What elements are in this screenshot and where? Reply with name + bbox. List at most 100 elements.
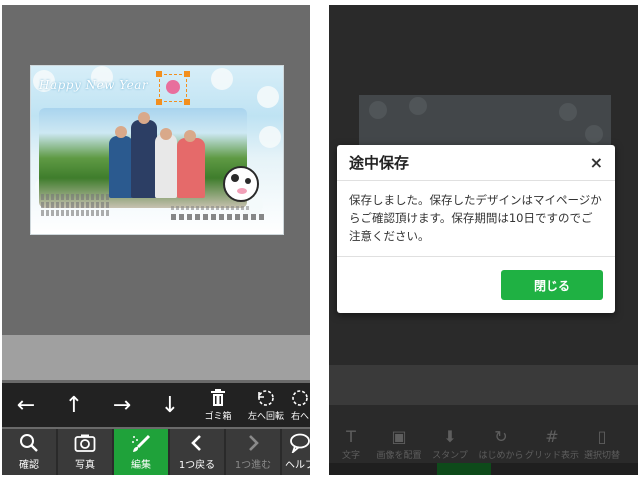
rotate-right-icon bbox=[292, 389, 308, 406]
cow-spot bbox=[245, 178, 251, 184]
move-left-button[interactable]: ← bbox=[2, 383, 50, 427]
select-tool: ▯ 選択切替 bbox=[577, 427, 627, 462]
main-toolbar: 確認 写真 編集 1つ戻る 1つ進む ヘルプ bbox=[2, 429, 310, 475]
select-icon: ▯ bbox=[597, 427, 607, 446]
grid-label: グリッド表示 bbox=[525, 451, 580, 461]
rotate-right-label: 右へ bbox=[290, 411, 309, 422]
move-down-button[interactable]: ↓ bbox=[146, 383, 194, 427]
person bbox=[131, 120, 157, 198]
reset-label: はじめから bbox=[478, 451, 524, 461]
arrow-right-icon: → bbox=[112, 392, 132, 418]
flower-decoration bbox=[211, 68, 233, 90]
text-tool-label: 文字 bbox=[341, 451, 360, 461]
flower-decoration bbox=[585, 125, 603, 143]
brush-icon bbox=[132, 434, 151, 452]
person bbox=[109, 136, 133, 198]
trash-icon bbox=[211, 388, 225, 406]
chevron-right-icon bbox=[249, 435, 259, 451]
sender-names[interactable] bbox=[171, 214, 266, 220]
person-head bbox=[138, 112, 150, 124]
dialog-message: 保存しました。保存したデザインはマイページからご確認頂けます。保存期間は10日で… bbox=[337, 181, 615, 257]
person-head bbox=[160, 128, 172, 140]
move-up-button[interactable]: ↑ bbox=[50, 383, 98, 427]
stamp-tool: ⬇ スタンプ bbox=[425, 427, 475, 462]
greeting-title: Happy New Year bbox=[39, 78, 149, 92]
select-label: 選択切替 bbox=[583, 451, 620, 461]
image-place-label: 画像を配置 bbox=[376, 451, 422, 461]
cow-nose bbox=[237, 188, 247, 194]
sender-address[interactable] bbox=[171, 206, 251, 210]
flower-stamp[interactable] bbox=[166, 80, 180, 94]
dialog-title: 途中保存 bbox=[349, 154, 410, 172]
move-right-button[interactable]: → bbox=[98, 383, 146, 427]
reset-tool: ↻ はじめから bbox=[475, 427, 527, 462]
trash-label: ゴミ箱 bbox=[204, 411, 232, 422]
flower-decoration bbox=[369, 101, 387, 119]
person bbox=[177, 138, 205, 198]
preview-button[interactable]: 確認 bbox=[2, 429, 56, 475]
speech-bubble-icon bbox=[290, 433, 310, 453]
dimmed-edit-toolbar: T 文字 ▣ 画像を配置 ⬇ スタンプ ↻ はじめから # グリッド表示 ▯ 選択切替 bbox=[329, 415, 638, 462]
arrow-up-icon: ↑ bbox=[64, 392, 84, 418]
rotate-right-button[interactable]: 右へ bbox=[290, 383, 310, 427]
save-dialog-screen: T 文字 ▣ 画像を配置 ⬇ スタンプ ↻ はじめから # グリッド表示 ▯ 選択切替 途中… bbox=[329, 5, 638, 475]
close-icon[interactable]: × bbox=[590, 153, 603, 172]
new-year-card[interactable]: Happy New Year bbox=[30, 65, 284, 235]
redo-label: 1つ進む bbox=[234, 460, 272, 471]
chevron-left-icon bbox=[191, 435, 201, 451]
edit-button[interactable]: 編集 bbox=[114, 429, 168, 475]
rotate-left-button[interactable]: 左へ回転 bbox=[242, 383, 290, 427]
flower-decoration bbox=[259, 126, 281, 148]
preview-label: 確認 bbox=[19, 460, 39, 471]
person-head bbox=[184, 130, 196, 142]
rotate-left-label: 左へ回転 bbox=[247, 411, 284, 422]
resize-handle[interactable] bbox=[156, 71, 162, 77]
greeting-text-block[interactable] bbox=[41, 194, 111, 218]
editor-screen: Happy New Year ← ↑ → ↓ ゴミ箱 左へ回転 右へ 確認 写真… bbox=[2, 5, 310, 475]
flower-decoration bbox=[559, 103, 577, 121]
stamp-icon: ⬇ bbox=[443, 427, 457, 446]
camera-icon bbox=[74, 434, 96, 452]
family-photo[interactable] bbox=[39, 108, 247, 208]
cow-spot bbox=[231, 174, 239, 182]
rotate-left-icon bbox=[258, 389, 274, 406]
dialog-header: 途中保存 × bbox=[337, 145, 615, 181]
grid-tool: # グリッド表示 bbox=[525, 427, 580, 462]
person-head bbox=[115, 126, 127, 138]
image-icon: ▣ bbox=[391, 427, 407, 446]
search-icon bbox=[20, 434, 38, 452]
text-tool: T 文字 bbox=[329, 427, 373, 462]
cow-stamp[interactable] bbox=[223, 166, 259, 202]
text-icon: T bbox=[346, 427, 356, 446]
photo-label: 写真 bbox=[75, 460, 95, 471]
undo-button[interactable]: 1つ戻る bbox=[170, 429, 224, 475]
stamp-label: スタンプ bbox=[432, 451, 468, 461]
arrow-left-icon: ← bbox=[16, 392, 36, 418]
edit-label: 編集 bbox=[131, 460, 151, 471]
resize-handle[interactable] bbox=[156, 99, 162, 105]
editor-status-band bbox=[2, 335, 310, 380]
dimmed-main-toolbar bbox=[329, 463, 638, 475]
trash-button[interactable]: ゴミ箱 bbox=[194, 383, 242, 427]
dialog-footer: 閉じる bbox=[337, 257, 615, 313]
redo-button[interactable]: 1つ進む bbox=[226, 429, 280, 475]
image-place-tool: ▣ 画像を配置 bbox=[373, 427, 425, 462]
resize-handle[interactable] bbox=[184, 71, 190, 77]
close-button[interactable]: 閉じる bbox=[501, 270, 603, 300]
help-label: ヘルプ bbox=[285, 460, 310, 471]
move-toolbar: ← ↑ → ↓ ゴミ箱 左へ回転 右へ bbox=[2, 383, 310, 427]
editor-canvas-area: Happy New Year bbox=[2, 5, 310, 335]
resize-handle[interactable] bbox=[184, 99, 190, 105]
undo-label: 1つ戻る bbox=[178, 460, 216, 471]
dimmed-status-band bbox=[329, 365, 638, 405]
help-button[interactable]: ヘルプ bbox=[282, 429, 310, 475]
person bbox=[155, 134, 177, 198]
grid-icon: # bbox=[545, 427, 559, 446]
photo-button[interactable]: 写真 bbox=[58, 429, 112, 475]
reset-icon: ↻ bbox=[494, 427, 508, 446]
arrow-down-icon: ↓ bbox=[160, 392, 180, 418]
save-dialog: 途中保存 × 保存しました。保存したデザインはマイページからご確認頂けます。保存… bbox=[337, 145, 615, 313]
flower-decoration bbox=[257, 86, 279, 108]
flower-decoration bbox=[409, 97, 427, 115]
dimmed-active-tab bbox=[437, 463, 491, 475]
